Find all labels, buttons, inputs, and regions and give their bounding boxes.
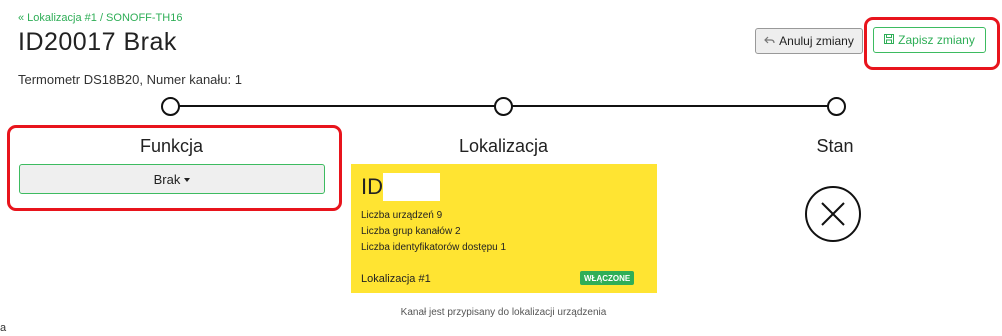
location-note: Kanał jest przypisany do lokalizacji urz… [400,307,607,318]
access-ids-label: Liczba identyfikatorów dostępu [361,242,498,253]
breadcrumb: « Lokalizacja #1 / SONOFF-TH16 [18,12,182,24]
location-heading: Lokalizacja [458,136,549,156]
page-title: ID20017 Brak [18,28,177,56]
devices-count-label: Liczba urządzeń [361,210,434,221]
step-function-circle [161,97,180,116]
cancel-changes-button[interactable]: Anuluj zmiany [755,28,863,54]
channel-groups-value: 2 [454,226,461,237]
location-name: Lokalizacja #1 [361,273,431,285]
state-heading: Stan [816,136,854,156]
devices-count-value: 9 [436,210,443,221]
channel-subtitle: Termometr DS18B20, Numer kanału: 1 [18,72,242,87]
save-highlight-box [864,17,1000,70]
location-id-prefix: ID [361,174,383,199]
function-highlight-box [7,125,342,211]
top-cutoff-bar [0,0,1002,8]
location-card[interactable]: ID Liczba urządzeń 9 Liczba grup kanałów… [351,164,657,293]
channel-groups-count: Liczba grup kanałów 2 [361,226,461,237]
edge-text: a [0,322,7,334]
progress-steps [0,94,1002,118]
step-location-circle [494,97,513,116]
breadcrumb-link[interactable]: « Lokalizacja #1 / SONOFF-TH16 [18,12,182,24]
access-ids-value: 1 [500,242,507,253]
cancel-changes-label: Anuluj zmiany [779,34,854,48]
undo-icon [764,34,775,48]
devices-count: Liczba urządzeń 9 [361,210,442,221]
status-badge: WŁĄCZONE [580,271,635,285]
x-circle-icon [804,185,862,248]
redacted-id-block [383,173,440,201]
channel-groups-label: Liczba grup kanałów [361,226,453,237]
access-ids-count: Liczba identyfikatorów dostępu 1 [361,242,506,253]
step-state-circle [827,97,846,116]
